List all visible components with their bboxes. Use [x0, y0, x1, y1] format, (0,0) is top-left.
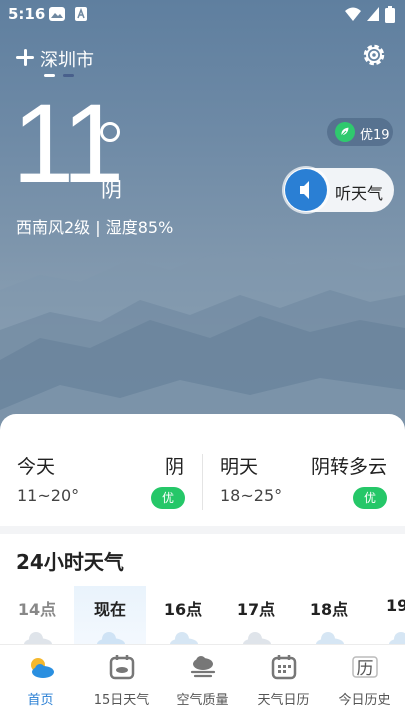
degree-symbol	[100, 122, 120, 142]
hour-label: 19	[386, 596, 405, 615]
nav-weather-calendar[interactable]: 天气日历	[243, 645, 324, 720]
hour-label: 17点	[236, 600, 276, 619]
hour-label: 现在	[93, 600, 126, 619]
quality-badge: 优	[151, 487, 185, 509]
nav-label: 天气日历	[257, 693, 310, 708]
hour-column-current[interactable]: 现在	[74, 586, 146, 648]
listen-weather-label: 听天气	[335, 184, 384, 203]
nav-air-quality[interactable]: 空气质量	[162, 645, 243, 720]
forecast-condition: 阴转多云	[310, 456, 387, 478]
nav-home[interactable]: 首页	[0, 645, 81, 720]
aqi-badge[interactable]: 优19	[327, 118, 393, 146]
city-name[interactable]: 深圳市	[40, 46, 94, 72]
settings-gear-icon[interactable]	[361, 42, 387, 68]
app-notification-icon	[75, 7, 87, 21]
status-time: 5:16	[8, 5, 46, 23]
aqi-value: 优19	[360, 128, 390, 143]
mountain-illustration	[0, 250, 405, 440]
status-bar: 5:16	[0, 0, 405, 28]
sun-cloud-icon	[31, 658, 54, 678]
hour-label: 16点	[163, 600, 203, 619]
battery-icon	[385, 6, 395, 23]
calendar-cloud-icon	[109, 655, 135, 680]
air-quality-icon	[190, 656, 216, 678]
gallery-notification-icon	[49, 7, 65, 21]
wind-humidity: 西南风2级 | 湿度85%	[16, 218, 174, 237]
forecast-tomorrow[interactable]: 明天 阴转多云 18~25° 优	[203, 414, 405, 514]
section-gap	[0, 526, 405, 534]
nav-label: 首页	[27, 693, 54, 708]
nav-label: 15日天气	[93, 693, 150, 708]
nav-today-history[interactable]: 历 今日历史	[324, 645, 405, 720]
hour-label: 18点	[309, 600, 349, 619]
forecast-range: 11~20°	[17, 486, 80, 505]
signal-icon	[367, 7, 379, 21]
hour-column[interactable]: 19	[366, 586, 405, 648]
forecast-today[interactable]: 今天 阴 11~20° 优	[0, 414, 200, 514]
quality-badge: 优	[353, 487, 387, 509]
forecast-day: 明天	[220, 456, 259, 478]
forecast-day: 今天	[17, 456, 56, 478]
hourly-title: 24小时天气	[16, 550, 124, 574]
history-glyph: 历	[357, 659, 374, 679]
nav-label: 空气质量	[176, 693, 229, 708]
forecast-range: 18~25°	[220, 486, 283, 505]
current-condition: 阴	[101, 178, 122, 202]
page-dot-active	[44, 74, 55, 77]
history-book-icon: 历	[352, 656, 378, 679]
page-indicator	[44, 74, 74, 77]
speaker-icon	[285, 169, 327, 211]
nav-15-day[interactable]: 15日天气	[81, 645, 162, 720]
bottom-navigation: 首页 15日天气 空气质量 天气日历 历 今日历史	[0, 644, 405, 720]
page-dot	[63, 74, 74, 77]
forecast-condition: 阴	[164, 456, 184, 478]
hour-column[interactable]: 17点	[220, 586, 292, 648]
add-city-button[interactable]	[14, 46, 36, 68]
listen-weather-button[interactable]: 听天气	[284, 168, 394, 212]
hour-column[interactable]: 14点	[1, 586, 73, 648]
hour-column[interactable]: 16点	[147, 586, 219, 648]
calendar-grid-icon	[271, 655, 297, 680]
nav-label: 今日历史	[338, 693, 391, 708]
hour-label: 14点	[17, 600, 57, 619]
leaf-icon	[335, 122, 355, 142]
wifi-icon	[345, 7, 361, 21]
hour-column[interactable]: 18点	[293, 586, 365, 648]
